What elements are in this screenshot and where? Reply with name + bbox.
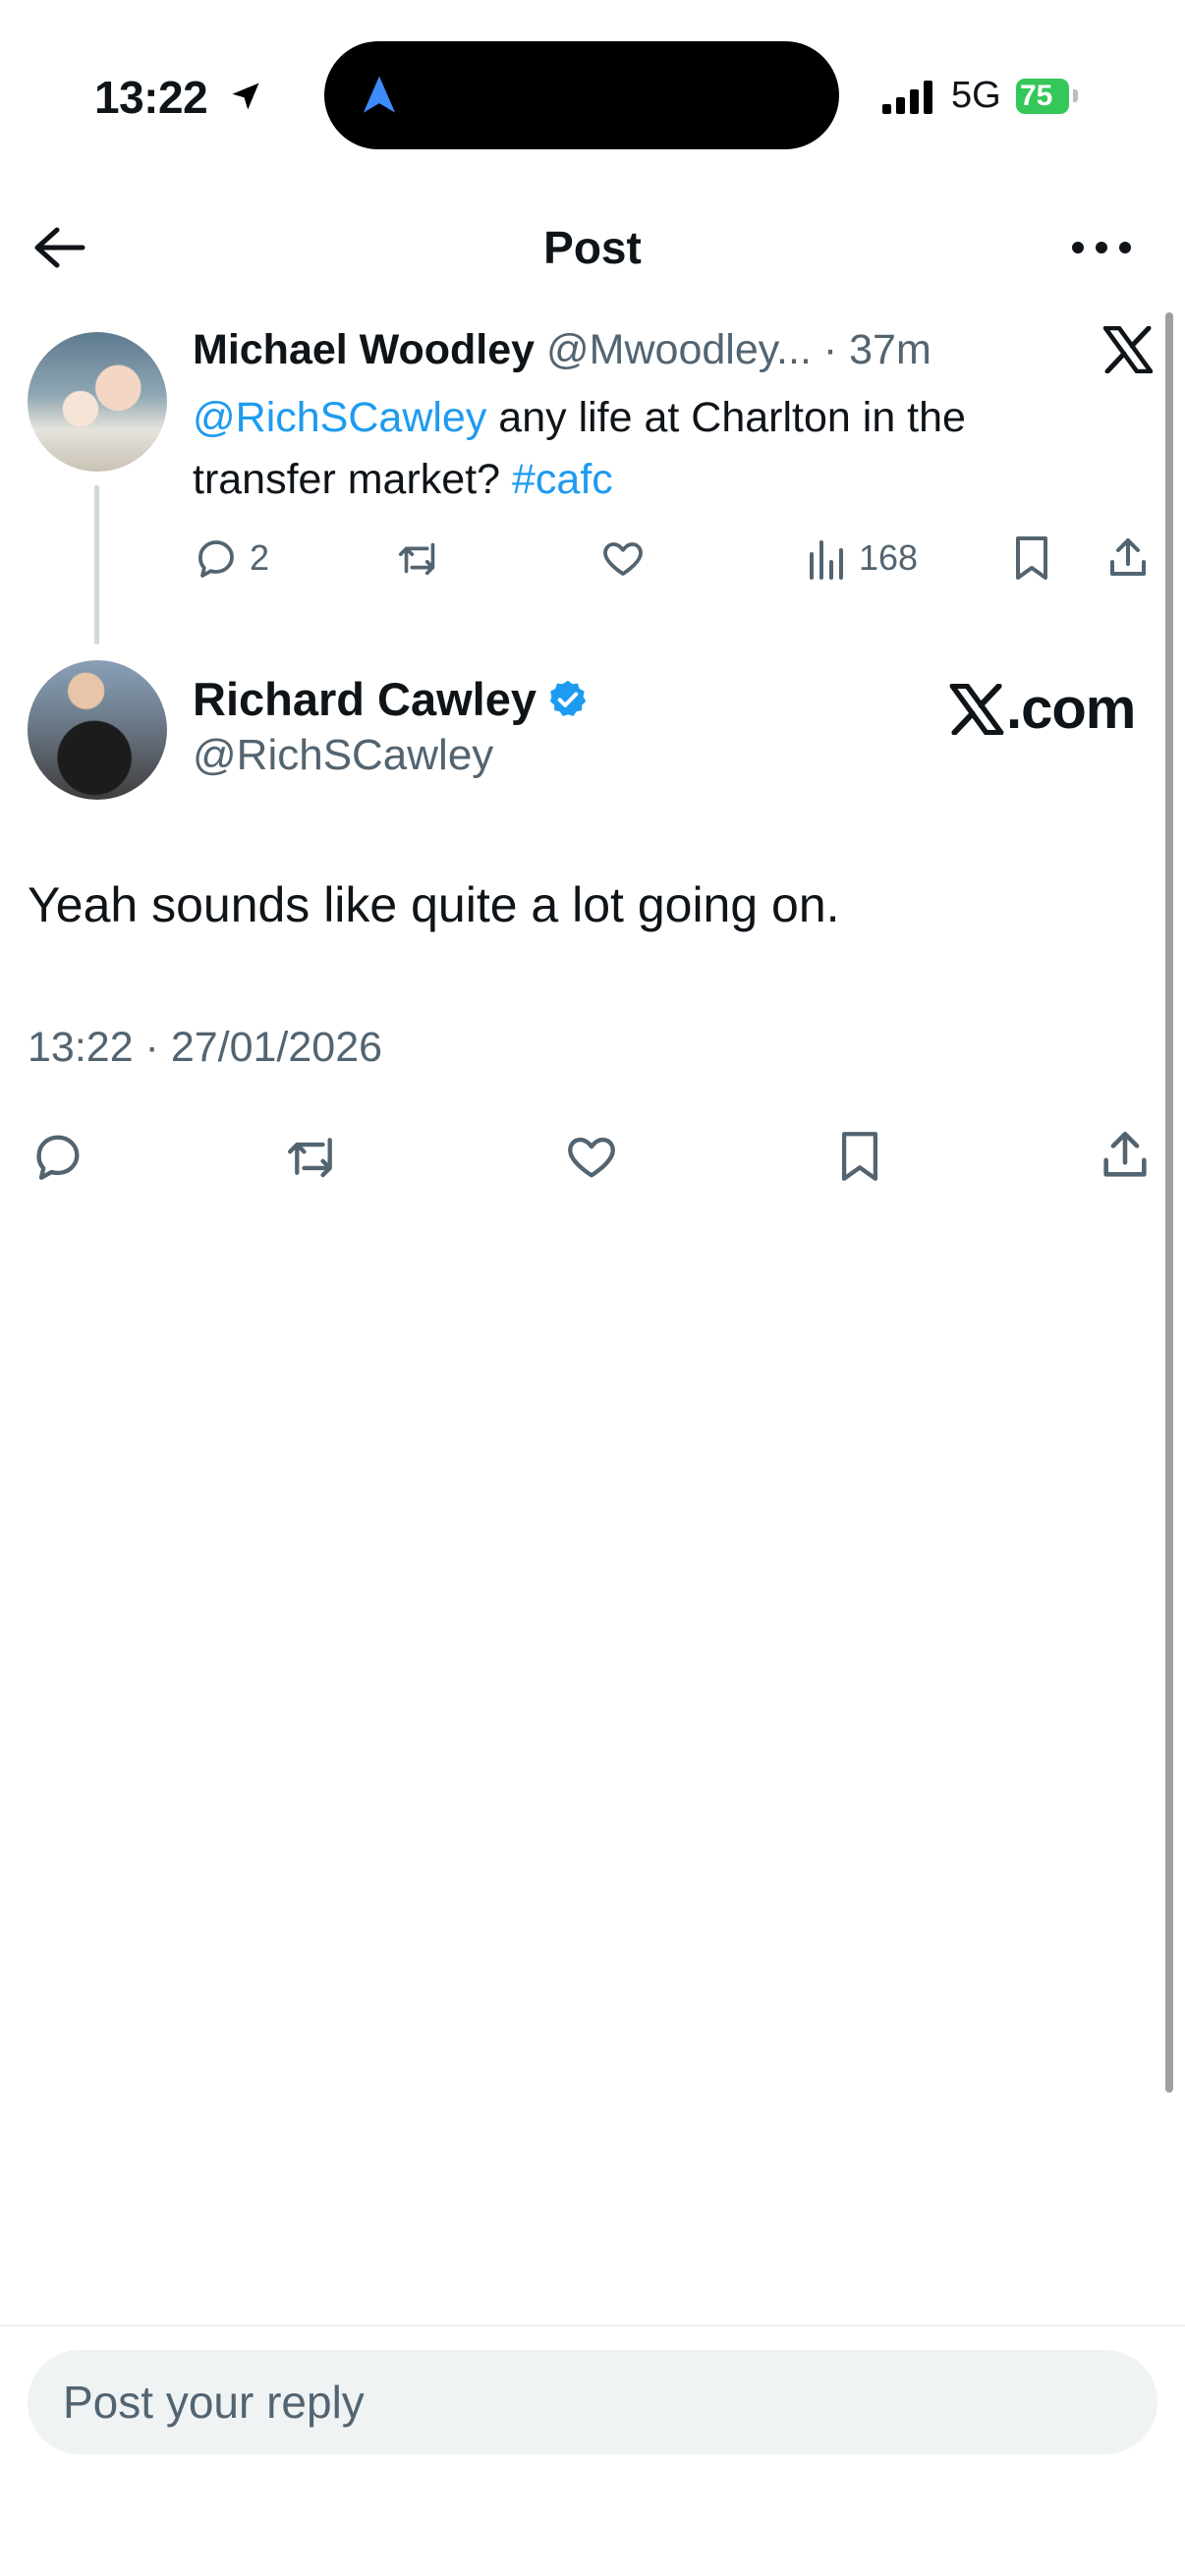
post-timestamp[interactable]: 13:22 · 27/01/2026: [28, 1024, 382, 1072]
reply-input[interactable]: [63, 2350, 1124, 2454]
cellular-signal-icon: [882, 81, 939, 114]
more-options-button[interactable]: [1067, 228, 1136, 267]
repost-button[interactable]: [283, 1128, 344, 1185]
share-icon: [1103, 1131, 1147, 1177]
parent-share-button[interactable]: [1104, 534, 1152, 582]
parent-view-count: 168: [859, 537, 919, 578]
parent-time-ago: 37m: [849, 326, 931, 373]
bookmark-button[interactable]: [835, 1128, 884, 1185]
navigation-arrow-icon: [360, 75, 399, 116]
like-button[interactable]: [562, 1128, 621, 1185]
reply-composer[interactable]: [28, 2350, 1157, 2454]
share-icon: [1110, 538, 1146, 576]
focused-author-row: Richard Cawley: [193, 672, 590, 726]
views-chart-icon: [810, 540, 843, 580]
parent-tweet-text: @RichSCawley any life at Charlton in the…: [193, 387, 1077, 511]
reply-icon: [198, 540, 234, 578]
repost-icon: [398, 542, 435, 576]
focused-tweet-text: Yeah sounds like quite a lot going on.: [28, 877, 840, 932]
parent-reply-count: 2: [250, 537, 270, 578]
composer-divider: [0, 2324, 1185, 2326]
network-type: 5G: [951, 75, 1001, 116]
more-horizontal-icon: [1072, 242, 1131, 253]
heart-icon: [568, 1137, 615, 1178]
status-bar: 13:22 5G 75: [0, 0, 1185, 196]
parent-bookmark-button[interactable]: [1010, 534, 1053, 582]
bookmark-icon: [841, 1132, 878, 1181]
bookmark-icon: [1016, 536, 1047, 580]
battery-icon: 75: [1016, 79, 1069, 114]
focused-author-handle[interactable]: @RichSCawley: [193, 731, 493, 780]
reply-button[interactable]: [29, 1128, 86, 1185]
x-logo-icon: [949, 683, 1004, 735]
meta-separator: ·: [811, 326, 850, 373]
battery-cap: [1073, 89, 1078, 102]
dynamic-island: [324, 41, 839, 149]
status-time: 13:22: [94, 72, 208, 123]
heart-icon: [603, 542, 643, 576]
hashtag-link[interactable]: #cafc: [512, 456, 613, 503]
brand-suffix: .com: [1006, 677, 1136, 741]
parent-repost-button[interactable]: [395, 534, 444, 582]
x-com-brand: .com: [949, 676, 1136, 742]
parent-author-name[interactable]: Michael Woodley: [193, 326, 535, 373]
avatar-richard-cawley[interactable]: [28, 660, 167, 800]
parent-like-button[interactable]: [599, 534, 647, 582]
scrollbar[interactable]: [1165, 312, 1173, 2093]
parent-views-button[interactable]: 168: [806, 534, 918, 582]
parent-author-line: Michael Woodley @Mwoodley... · 37m: [193, 326, 931, 374]
parent-reply-button[interactable]: 2: [193, 534, 269, 582]
thread-connector-line: [94, 485, 99, 644]
share-button[interactable]: [1097, 1126, 1154, 1185]
x-logo-icon: [1102, 326, 1154, 373]
repost-icon: [288, 1138, 332, 1178]
page-title: Post: [543, 222, 642, 273]
avatar-michael-woodley[interactable]: [28, 332, 167, 472]
parent-author-handle[interactable]: @Mwoodley...: [546, 326, 812, 373]
verified-badge-icon: [546, 678, 590, 721]
mention-link[interactable]: @RichSCawley: [193, 394, 486, 441]
battery-level: 75: [1020, 80, 1053, 112]
reply-icon: [36, 1135, 80, 1180]
focused-author-name[interactable]: Richard Cawley: [193, 672, 536, 726]
location-arrow-icon: [228, 79, 263, 114]
